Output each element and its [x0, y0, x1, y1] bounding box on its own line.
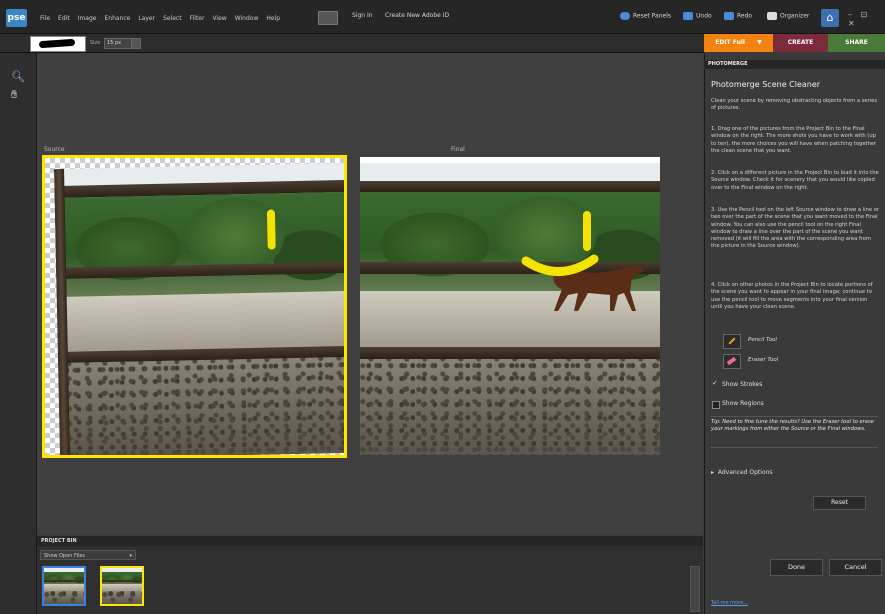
reset-icon: [620, 12, 630, 20]
show-strokes-label: Show Strokes: [722, 381, 763, 388]
tab-create[interactable]: CREATE: [773, 34, 828, 52]
advanced-options-label: Advanced Options: [717, 469, 773, 476]
redo-button[interactable]: Redo: [724, 12, 752, 20]
layout-button[interactable]: [318, 11, 338, 25]
project-bin-header: PROJECT BIN: [37, 536, 703, 546]
chevron-down-icon: ▾: [129, 553, 132, 559]
final-stroke-curve: [521, 254, 599, 276]
menu-layer[interactable]: Layer: [138, 15, 155, 22]
size-dropdown-button[interactable]: [131, 38, 141, 49]
redo-label: Redo: [737, 12, 753, 20]
step-1: 1. Drag one of the pictures from the Pro…: [711, 126, 877, 154]
panel-intro: Clean your scene by removing obstracting…: [711, 98, 878, 112]
window-controls[interactable]: – ⊡ ✕: [848, 10, 885, 28]
main-menu: File Edit Image Enhance Layer Select Filter Vie…: [40, 15, 288, 22]
thumbnail-photo: [102, 568, 142, 604]
undo-button[interactable]: Undo: [683, 12, 712, 20]
home-button[interactable]: ⌂: [821, 9, 839, 27]
thumbnail-photo: [44, 568, 84, 604]
undo-label: Undo: [696, 12, 712, 20]
menu-view[interactable]: View: [212, 15, 226, 22]
sign-in-link[interactable]: Sign In: [352, 12, 373, 19]
pencil-icon: [728, 337, 736, 345]
tab-edit-label: EDIT Full: [715, 39, 745, 46]
tip-text: Tip: Need to fine tune the results? Use …: [711, 419, 874, 433]
source-window[interactable]: [42, 155, 347, 458]
organizer-button[interactable]: Organizer: [767, 12, 809, 20]
eraser-tool-label: Eraser Tool: [748, 357, 779, 363]
size-label: Size: [90, 40, 101, 46]
bin-filter-label: Show Open Files: [44, 553, 85, 559]
redo-icon: [724, 12, 734, 20]
zoom-tool-icon[interactable]: 🔍︎: [11, 70, 25, 83]
final-photo: [360, 163, 660, 455]
menu-image[interactable]: Image: [78, 15, 97, 22]
show-regions-label: Show Regions: [722, 400, 764, 407]
menu-select[interactable]: Select: [163, 15, 182, 22]
source-photo: [53, 162, 344, 455]
pencil-tool-label: Pencil Tool: [748, 337, 777, 343]
brush-preview[interactable]: [30, 36, 86, 52]
step-2: 2. Click on a different picture in the P…: [711, 170, 879, 191]
toolbox: [0, 53, 37, 614]
step-3: 3. Use the Pencil tool on the left Sourc…: [711, 207, 879, 250]
reset-button[interactable]: Reset: [813, 496, 866, 510]
pencil-tool-button[interactable]: [723, 334, 741, 349]
hand-tool-icon[interactable]: ✋︎: [11, 88, 17, 102]
bin-thumbnail-1[interactable]: [42, 566, 86, 606]
eraser-tool-button[interactable]: [723, 354, 741, 369]
size-field[interactable]: 15 px: [104, 38, 132, 49]
advanced-options-toggle[interactable]: ▸ Advanced Options: [711, 469, 773, 476]
organizer-icon: [767, 12, 777, 20]
chevron-down-icon: ▼: [757, 39, 762, 46]
step-4: 4. Click on other photos in the Project …: [711, 282, 873, 310]
menu-filter[interactable]: Filter: [190, 15, 205, 22]
undo-icon: [683, 12, 693, 20]
reset-panels-button[interactable]: Reset Panels: [620, 12, 671, 20]
bin-thumbnail-2[interactable]: [100, 566, 144, 606]
checkmark-icon[interactable]: ✓: [712, 379, 718, 387]
tab-edit[interactable]: EDIT Full ▼: [704, 34, 773, 52]
done-button[interactable]: Done: [770, 559, 823, 576]
chevron-right-icon: ▸: [711, 469, 715, 476]
menu-help[interactable]: Help: [266, 15, 280, 22]
panel-title: Photomerge Scene Cleaner: [711, 80, 821, 89]
eraser-icon: [726, 356, 737, 366]
home-icon: ⌂: [826, 11, 834, 24]
menu-enhance[interactable]: Enhance: [104, 15, 130, 22]
learn-more-link[interactable]: Tell me more...: [711, 600, 748, 606]
panel-header: PHOTOMERGE: [704, 60, 885, 69]
final-stroke-vertical: [583, 211, 591, 251]
brush-stroke-icon: [38, 38, 76, 49]
reset-panels-label: Reset Panels: [633, 12, 671, 20]
menu-file[interactable]: File: [40, 15, 50, 22]
cancel-button[interactable]: Cancel: [829, 559, 882, 576]
menu-window[interactable]: Window: [235, 15, 259, 22]
show-regions-checkbox[interactable]: [712, 401, 720, 409]
final-window[interactable]: [360, 157, 660, 455]
menu-edit[interactable]: Edit: [58, 15, 70, 22]
organizer-label: Organizer: [780, 12, 810, 20]
create-adobe-id-link[interactable]: Create New Adobe ID: [385, 12, 449, 19]
source-stroke: [266, 209, 276, 250]
bin-scrollbar[interactable]: [690, 566, 700, 612]
final-label: Final: [451, 146, 465, 153]
bin-filter-select[interactable]: Show Open Files ▾: [40, 550, 136, 560]
app-logo: pse: [6, 9, 27, 27]
source-label: Source: [44, 146, 65, 153]
tab-share[interactable]: SHARE: [828, 34, 885, 52]
